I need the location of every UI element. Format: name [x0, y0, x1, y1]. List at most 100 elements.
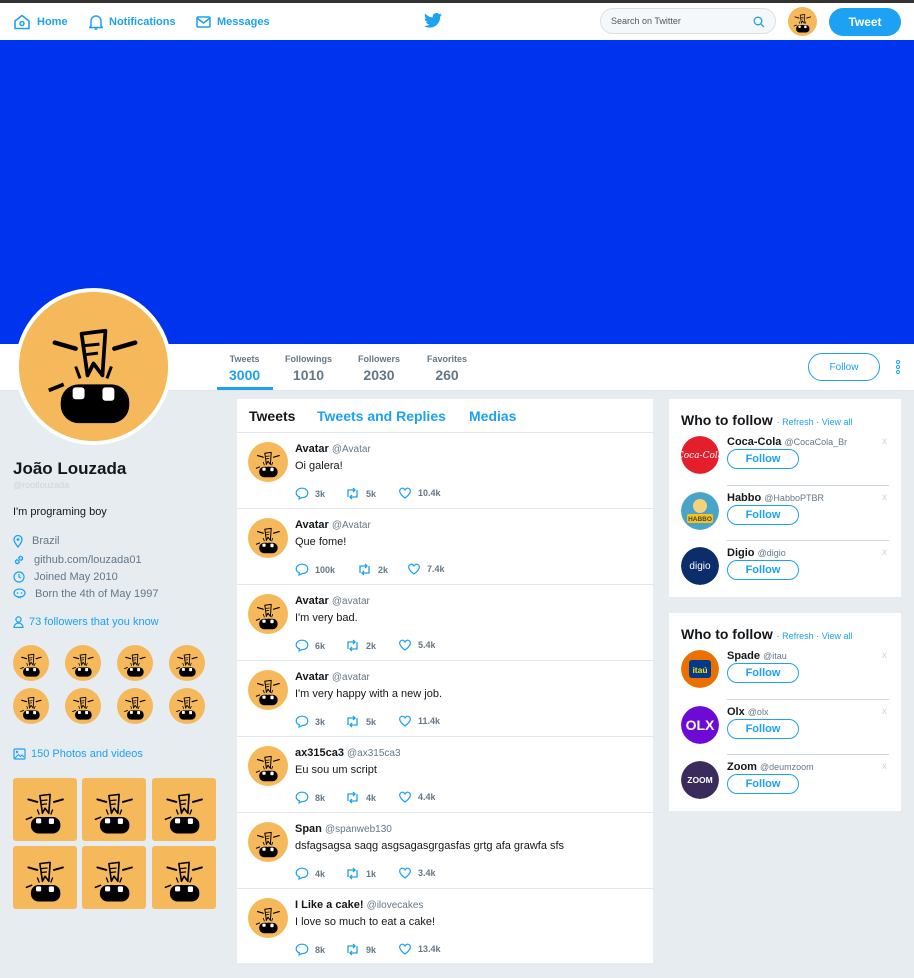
tweet-author-name[interactable]: Avatar	[295, 519, 329, 531]
follow-button[interactable]: Follow	[727, 505, 799, 525]
tab-medias[interactable]: Medias	[469, 408, 516, 424]
reply-button[interactable]: 100k	[295, 563, 335, 576]
followers-you-know-text[interactable]: 73 followers that you know	[29, 616, 159, 628]
search-box[interactable]	[600, 8, 776, 34]
suggested-account-name[interactable]: Spade @itau	[727, 650, 787, 662]
tweet-item[interactable]: Avatar @Avatar Oi galera! 3k 5k 10.4k	[237, 433, 653, 509]
account-name[interactable]: Zoom	[727, 761, 757, 773]
refresh-link[interactable]: Refresh	[782, 417, 814, 427]
stat-followings[interactable]: Followings 1010	[285, 354, 332, 383]
tweet-item[interactable]: I Like a cake! @ilovecakes I love so much…	[237, 889, 653, 965]
tweet-author-handle[interactable]: @Avatar	[332, 520, 371, 531]
habbo-logo-icon[interactable]: HABBO	[681, 492, 719, 530]
known-follower-avatar[interactable]	[117, 688, 153, 724]
photos-videos-text[interactable]: 150 Photos and videos	[31, 748, 143, 760]
like-button[interactable]: 4.4k	[398, 791, 436, 803]
refresh-link[interactable]: Refresh	[782, 631, 814, 641]
zoom-logo-icon[interactable]: ZOOM	[681, 761, 719, 799]
tab-tweets[interactable]: Tweets	[249, 408, 295, 424]
like-button[interactable]: 13.4k	[398, 943, 441, 955]
tweet-avatar[interactable]	[248, 822, 288, 862]
tweet-author-handle[interactable]: @avatar	[332, 596, 370, 607]
nav-messages[interactable]: Messages	[196, 13, 270, 31]
media-thumbnail[interactable]	[13, 778, 77, 841]
tweet-item[interactable]: Avatar @avatar I'm very happy with a new …	[237, 661, 653, 737]
like-button[interactable]: 10.4k	[398, 487, 441, 499]
reply-button[interactable]: 8k	[295, 791, 325, 804]
account-name[interactable]: Habbo	[727, 492, 761, 504]
follow-button[interactable]: Follow	[727, 560, 799, 580]
media-thumbnail[interactable]	[152, 778, 216, 841]
tweet-item[interactable]: Avatar @avatar I'm very bad. 6k 2k 5.4k	[237, 585, 653, 661]
nav-home[interactable]: Home	[13, 13, 68, 31]
retweet-button[interactable]: 5k	[345, 487, 376, 500]
tweet-avatar[interactable]	[248, 746, 288, 786]
media-thumbnail[interactable]	[13, 846, 77, 909]
tweet-item[interactable]: Span @spanweb130 dsfagsagsa saqg asgsagas…	[237, 813, 653, 889]
retweet-button[interactable]: 2k	[345, 639, 376, 652]
follow-button[interactable]: Follow	[727, 663, 799, 683]
nav-notifications[interactable]: Notifications	[89, 13, 176, 31]
view-all-link[interactable]: View all	[822, 631, 853, 641]
known-follower-avatar[interactable]	[13, 688, 49, 724]
tweet-author-name[interactable]: Avatar	[295, 671, 329, 683]
tweet-author-handle[interactable]: @avatar	[332, 672, 370, 683]
suggested-account-name[interactable]: Coca-Cola @CocaCola_Br	[727, 436, 847, 448]
search-icon[interactable]	[753, 16, 765, 28]
dismiss-icon[interactable]: x	[882, 492, 887, 503]
profile-avatar[interactable]	[15, 288, 172, 445]
twitter-logo-icon[interactable]	[424, 12, 442, 31]
tweet-author-handle[interactable]: @ax315ca3	[347, 748, 401, 759]
known-follower-avatar[interactable]	[117, 645, 153, 681]
suggested-account-name[interactable]: Zoom @deumzoom	[727, 761, 814, 773]
photos-videos-link[interactable]: 150 Photos and videos	[13, 748, 143, 760]
known-follower-avatar[interactable]	[13, 645, 49, 681]
known-follower-avatar[interactable]	[169, 688, 205, 724]
tweet-author-name[interactable]: Span	[295, 823, 322, 835]
tweet-item[interactable]: ax315ca3 @ax315ca3 Eu sou um script 8k 4k 4.…	[237, 737, 653, 813]
dismiss-icon[interactable]: x	[882, 547, 887, 558]
tweet-avatar[interactable]	[248, 442, 288, 482]
account-name[interactable]: Coca-Cola	[727, 436, 781, 448]
suggested-account-name[interactable]: Olx @olx	[727, 706, 768, 718]
retweet-button[interactable]: 4k	[345, 791, 376, 804]
nav-user-avatar[interactable]	[788, 7, 817, 36]
tweet-avatar[interactable]	[248, 670, 288, 710]
tweet-avatar[interactable]	[248, 518, 288, 558]
reply-button[interactable]: 4k	[295, 867, 325, 880]
tab-tweets-and-replies[interactable]: Tweets and Replies	[317, 408, 446, 424]
like-button[interactable]: 3.4k	[398, 867, 436, 879]
known-follower-avatar[interactable]	[169, 645, 205, 681]
dismiss-icon[interactable]: x	[882, 706, 887, 717]
more-options-icon[interactable]	[896, 360, 902, 375]
coca-cola-logo-icon[interactable]: Coca-Cola	[681, 436, 719, 474]
dismiss-icon[interactable]: x	[882, 650, 887, 661]
media-thumbnail[interactable]	[82, 846, 146, 909]
follow-button[interactable]: Follow	[727, 449, 799, 469]
like-button[interactable]: 11.4k	[398, 715, 440, 727]
stat-tweets[interactable]: Tweets 3000	[229, 354, 260, 383]
media-thumbnail[interactable]	[82, 778, 146, 841]
tweet-author-name[interactable]: Avatar	[295, 443, 329, 455]
tweet-item[interactable]: Avatar @Avatar Que fome! 100k 2k 7.4k	[237, 509, 653, 585]
tweet-author-handle[interactable]: @spanweb130	[325, 824, 392, 835]
reply-button[interactable]: 6k	[295, 639, 325, 652]
tweet-author-name[interactable]: ax315ca3	[295, 747, 344, 759]
reply-button[interactable]: 8k	[295, 943, 325, 956]
retweet-button[interactable]: 9k	[345, 943, 376, 956]
itau-logo-icon[interactable]: itaú	[681, 650, 719, 688]
reply-button[interactable]: 3k	[295, 715, 325, 728]
account-name[interactable]: Digio	[727, 547, 755, 559]
tweet-avatar[interactable]	[248, 594, 288, 634]
suggested-account-name[interactable]: Digio @digio	[727, 547, 786, 559]
retweet-button[interactable]: 2k	[357, 563, 388, 576]
like-button[interactable]: 5.4k	[398, 639, 436, 651]
tweet-author-name[interactable]: Avatar	[295, 595, 329, 607]
view-all-link[interactable]: View all	[822, 417, 853, 427]
account-name[interactable]: Spade	[727, 650, 760, 662]
search-input[interactable]	[611, 16, 741, 26]
dismiss-icon[interactable]: x	[882, 761, 887, 772]
tweet-button[interactable]: Tweet	[829, 8, 901, 36]
reply-button[interactable]: 3k	[295, 487, 325, 500]
tweet-avatar[interactable]	[248, 898, 288, 938]
